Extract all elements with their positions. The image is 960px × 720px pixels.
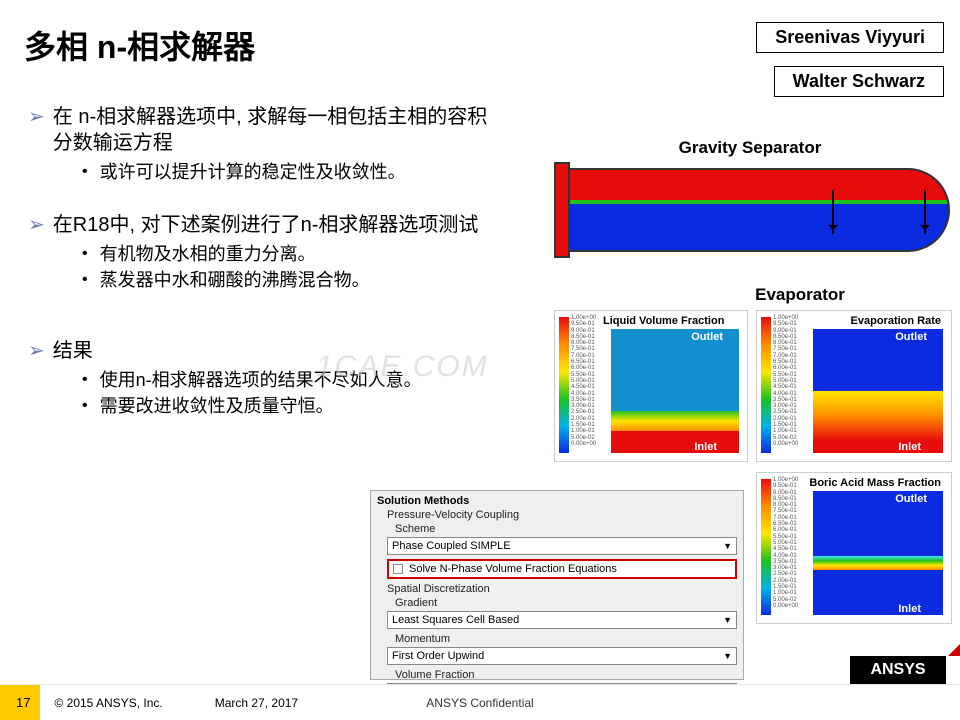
momentum-value: First Order Upwind: [392, 650, 484, 662]
author-box-2: Walter Schwarz: [774, 66, 944, 97]
scheme-label: Scheme: [395, 523, 737, 535]
chevron-down-icon: ▼: [723, 541, 732, 551]
gravity-separator-figure: [554, 162, 950, 258]
author-box-1: Sreenivas Viyyuri: [756, 22, 944, 53]
corner-decor-icon: [948, 644, 960, 656]
footer-bar: 17 © 2015 ANSYS, Inc. March 27, 2017 ANS…: [0, 684, 960, 720]
panel-title: Evaporation Rate: [851, 315, 941, 327]
bullet-2-text: 在R18中, 对下述案例进行了n-相求解器选项测试: [53, 212, 479, 238]
footer-date: March 27, 2017: [215, 696, 298, 710]
ansys-logo: ANSYS: [850, 656, 946, 684]
confidential-label: ANSYS Confidential: [426, 696, 533, 710]
gradient-value: Least Squares Cell Based: [392, 614, 519, 626]
bullet-3-sub-2: 需要改进收敛性及质量守恒。: [100, 394, 334, 418]
gradient-label: Gradient: [395, 597, 737, 609]
page-title: 多相 n-相求解器: [24, 22, 255, 68]
bullet-2-sub-2: 蒸发器中水和硼酸的沸腾混合物。: [100, 268, 370, 292]
dot-icon: •: [82, 368, 88, 392]
gradient-combo[interactable]: Least Squares Cell Based ▼: [387, 611, 737, 629]
color-legend: [761, 479, 771, 615]
gravity-separator-label: Gravity Separator: [650, 138, 850, 158]
scheme-combo[interactable]: Phase Coupled SIMPLE ▼: [387, 537, 737, 555]
arrow-icon: ➢: [28, 212, 45, 238]
bullet-1-sub-1: 或许可以提升计算的稳定性及收敛性。: [100, 160, 406, 184]
bullet-2-sub-1: 有机物及水相的重力分离。: [100, 242, 316, 266]
down-arrow-icon: [924, 190, 926, 234]
outlet-label: Outlet: [691, 331, 723, 343]
dot-icon: •: [82, 394, 88, 418]
inlet-label: Inlet: [898, 603, 921, 615]
momentum-label: Momentum: [395, 633, 737, 645]
bullet-2: ➢ 在R18中, 对下述案例进行了n-相求解器选项测试 • 有机物及水相的重力分离…: [28, 212, 506, 292]
color-legend: [559, 317, 569, 453]
bullet-1: ➢ 在 n-相求解器选项中, 求解每一相包括主相的容积分数输运方程 • 或许可以提…: [28, 104, 506, 184]
solution-heading: Solution Methods: [377, 495, 737, 507]
inlet-label: Inlet: [898, 441, 921, 453]
panel-title: Boric Acid Mass Fraction: [809, 477, 941, 489]
dot-icon: •: [82, 268, 88, 292]
dot-icon: •: [82, 160, 88, 184]
liquid-volume-fraction-panel: 1.00e+009.50e-019.00e-018.50e-018.00e-01…: [554, 310, 748, 462]
copyright: © 2015 ANSYS, Inc.: [54, 696, 162, 710]
bullet-3-text: 结果: [53, 338, 93, 364]
down-arrow-icon: [832, 190, 834, 234]
panel-title: Liquid Volume Fraction: [603, 315, 724, 327]
arrow-icon: ➢: [28, 338, 45, 364]
outlet-label: Outlet: [895, 331, 927, 343]
bullet-1-text: 在 n-相求解器选项中, 求解每一相包括主相的容积分数输运方程: [53, 104, 506, 156]
scheme-value: Phase Coupled SIMPLE: [392, 540, 511, 552]
legend-ticks: 1.00e+009.50e-019.00e-018.50e-018.00e-01…: [773, 477, 798, 619]
legend-ticks: 1.00e+009.50e-019.00e-018.50e-018.00e-01…: [773, 315, 798, 457]
inlet-label: Inlet: [694, 441, 717, 453]
page-number: 17: [6, 685, 40, 720]
nphase-label: Solve N-Phase Volume Fraction Equations: [409, 563, 617, 575]
dot-icon: •: [82, 242, 88, 266]
outlet-label: Outlet: [895, 493, 927, 505]
watermark: 1CAE.COM: [316, 350, 489, 384]
momentum-combo[interactable]: First Order Upwind ▼: [387, 647, 737, 665]
pvc-label: Pressure-Velocity Coupling: [387, 509, 737, 521]
spatial-label: Spatial Discretization: [387, 583, 737, 595]
boric-acid-panel: 1.00e+009.50e-019.00e-018.50e-018.00e-01…: [756, 472, 952, 624]
arrow-icon: ➢: [28, 104, 45, 130]
chevron-down-icon: ▼: [723, 651, 732, 661]
color-legend: [761, 317, 771, 453]
checkbox-icon[interactable]: [393, 564, 403, 574]
legend-ticks: 1.00e+009.50e-019.00e-018.50e-018.00e-01…: [571, 315, 596, 457]
vf-label: Volume Fraction: [395, 669, 737, 681]
nphase-checkbox-row[interactable]: Solve N-Phase Volume Fraction Equations: [387, 559, 737, 579]
solution-methods-panel: Solution Methods Pressure-Velocity Coupl…: [370, 490, 744, 680]
chevron-down-icon: ▼: [723, 615, 732, 625]
evaporation-rate-panel: 1.00e+009.50e-019.00e-018.50e-018.00e-01…: [756, 310, 952, 462]
evaporator-label: Evaporator: [730, 285, 870, 305]
